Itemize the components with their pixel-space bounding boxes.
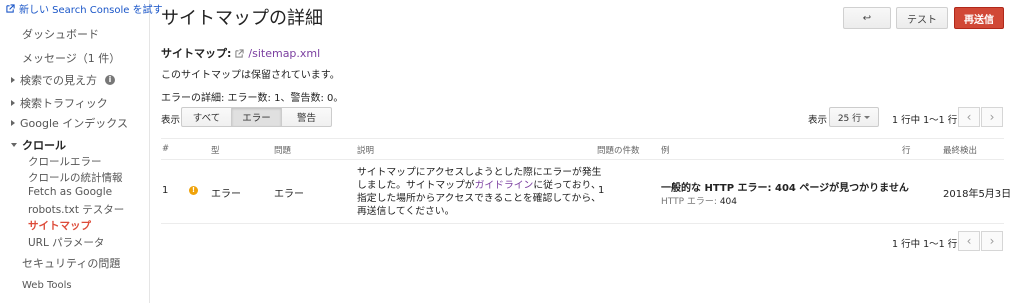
row-line: - xyxy=(902,185,906,196)
col-header-example: 例 xyxy=(661,146,670,156)
chevron-right-icon: › xyxy=(989,234,995,248)
sitemap-heading: サイトマップ: /sitemap.xml xyxy=(161,45,320,61)
row-example-detail: HTTP エラー: 404 xyxy=(661,194,737,207)
sidebar-item-messages[interactable]: メッセージ（1 件） xyxy=(22,50,120,66)
sidebar-item-dashboard[interactable]: ダッシュボード xyxy=(22,26,99,42)
sitemap-path-link[interactable]: /sitemap.xml xyxy=(248,47,320,60)
pagination-text: 1 行中 1～1 行 xyxy=(892,115,958,126)
table-row: 1 ! エラー エラー サイトマップにアクセスしようとした際にエラーが発生しまし… xyxy=(161,160,1011,224)
prev-page-button-bottom[interactable]: ‹ xyxy=(958,231,980,251)
col-header-number: # xyxy=(162,144,170,154)
pagination-text-bottom: 1 行中 1～1 行 xyxy=(892,239,958,250)
chevron-left-icon: ‹ xyxy=(966,110,972,124)
new-console-label: 新しい Search Console を試す xyxy=(19,5,163,16)
sitemap-status-text: このサイトマップは保留されています。 xyxy=(161,70,340,81)
filter-tab-warnings[interactable]: 警告 xyxy=(281,107,332,127)
next-page-button-bottom[interactable]: › xyxy=(981,231,1003,251)
sidebar-item-fetch-as-google[interactable]: Fetch as Google xyxy=(28,186,112,198)
external-link-icon xyxy=(6,4,15,13)
col-header-type[interactable]: 型 xyxy=(211,144,220,156)
chevron-right-icon: › xyxy=(989,110,995,124)
sidebar-item-search-appearance[interactable]: 検索での見え方 i xyxy=(11,72,115,88)
warning-icon: ! xyxy=(189,186,198,195)
sidebar-item-robots-tester[interactable]: robots.txt テスター xyxy=(28,202,124,217)
page-title: サイトマップの詳細 xyxy=(161,8,323,29)
external-link-icon[interactable] xyxy=(235,48,245,58)
row-number: 1 xyxy=(162,185,169,196)
row-example: 一般的な HTTP エラー: 404 ページが見つかりません xyxy=(661,183,909,194)
info-icon[interactable]: i xyxy=(105,75,115,85)
rows-per-page-select[interactable]: 25 行 xyxy=(829,107,879,127)
filter-tab-errors[interactable]: エラー xyxy=(231,107,282,127)
sidebar-item-sitemaps[interactable]: サイトマップ xyxy=(28,218,91,233)
col-header-description: 説明 xyxy=(357,146,375,156)
col-header-issue-count[interactable]: 問題の件数 xyxy=(597,144,640,156)
expand-arrow-icon xyxy=(11,100,15,106)
http-error-label: HTTP エラー: xyxy=(661,197,717,207)
chevron-down-icon xyxy=(864,115,871,119)
col-header-last-detected[interactable]: 最終検出 xyxy=(943,144,977,156)
sidebar-item-crawl-errors[interactable]: クロールエラー xyxy=(28,154,102,169)
sidebar-item-google-index[interactable]: Google インデックス xyxy=(11,115,128,131)
sidebar-item-label: 検索トラフィック xyxy=(20,97,108,110)
sidebar-item-search-traffic[interactable]: 検索トラフィック xyxy=(11,95,108,111)
row-last-detected: 2018年5月3日 xyxy=(943,189,1012,200)
guidelines-link[interactable]: ガイドライン xyxy=(475,180,534,191)
show-filter-label: 表示: xyxy=(161,115,184,126)
resubmit-button[interactable]: 再送信 xyxy=(954,7,1004,29)
sitemap-label: サイトマップ: xyxy=(161,47,232,60)
sidebar-item-crawl-stats[interactable]: クロールの統計情報 xyxy=(28,170,123,185)
http-error-code: 404 xyxy=(719,197,737,207)
back-button[interactable]: ↩ xyxy=(843,7,891,29)
col-header-issue[interactable]: 問題 xyxy=(274,144,291,156)
error-detail-summary: エラーの詳細: エラー数: 1、警告数: 0。 xyxy=(161,93,344,104)
test-button[interactable]: テスト xyxy=(896,7,948,29)
filter-tab-all[interactable]: すべて xyxy=(181,107,232,127)
prev-page-button[interactable]: ‹ xyxy=(958,107,980,127)
new-console-link[interactable]: 新しい Search Console を試す xyxy=(6,1,163,16)
col-header-line: 行 xyxy=(902,146,911,156)
row-issue: エラー xyxy=(274,189,304,200)
chevron-left-icon: ‹ xyxy=(966,234,972,248)
sidebar: 新しい Search Console を試す ダッシュボード メッセージ（1 件… xyxy=(0,0,163,303)
expand-arrow-icon xyxy=(11,120,15,126)
table-header: # 型 問題 説明 問題の件数 例 行 最終検出 xyxy=(161,138,1004,160)
back-arrow-icon: ↩ xyxy=(862,12,872,24)
rows-per-page-value: 25 行 xyxy=(837,113,862,124)
sidebar-item-security[interactable]: セキュリティの問題 xyxy=(22,255,120,271)
row-type: エラー xyxy=(211,189,241,200)
row-issue-count: 1 xyxy=(598,185,605,196)
sidebar-item-web-tools[interactable]: Web Tools xyxy=(22,280,72,291)
rows-per-page-label: 表示 xyxy=(808,115,828,126)
row-description: サイトマップにアクセスしようとした際にエラーが発生しました。サイトマップがガイド… xyxy=(357,166,607,218)
expand-arrow-icon xyxy=(11,77,15,83)
sidebar-item-crawl[interactable]: クロール xyxy=(11,137,66,153)
sidebar-item-label: 検索での見え方 xyxy=(20,74,97,87)
sidebar-item-label: クロール xyxy=(22,139,66,152)
next-page-button[interactable]: › xyxy=(981,107,1003,127)
collapse-arrow-icon xyxy=(11,143,17,147)
sidebar-item-label: Google インデックス xyxy=(20,117,128,130)
sidebar-item-url-parameters[interactable]: URL パラメータ xyxy=(28,235,104,250)
